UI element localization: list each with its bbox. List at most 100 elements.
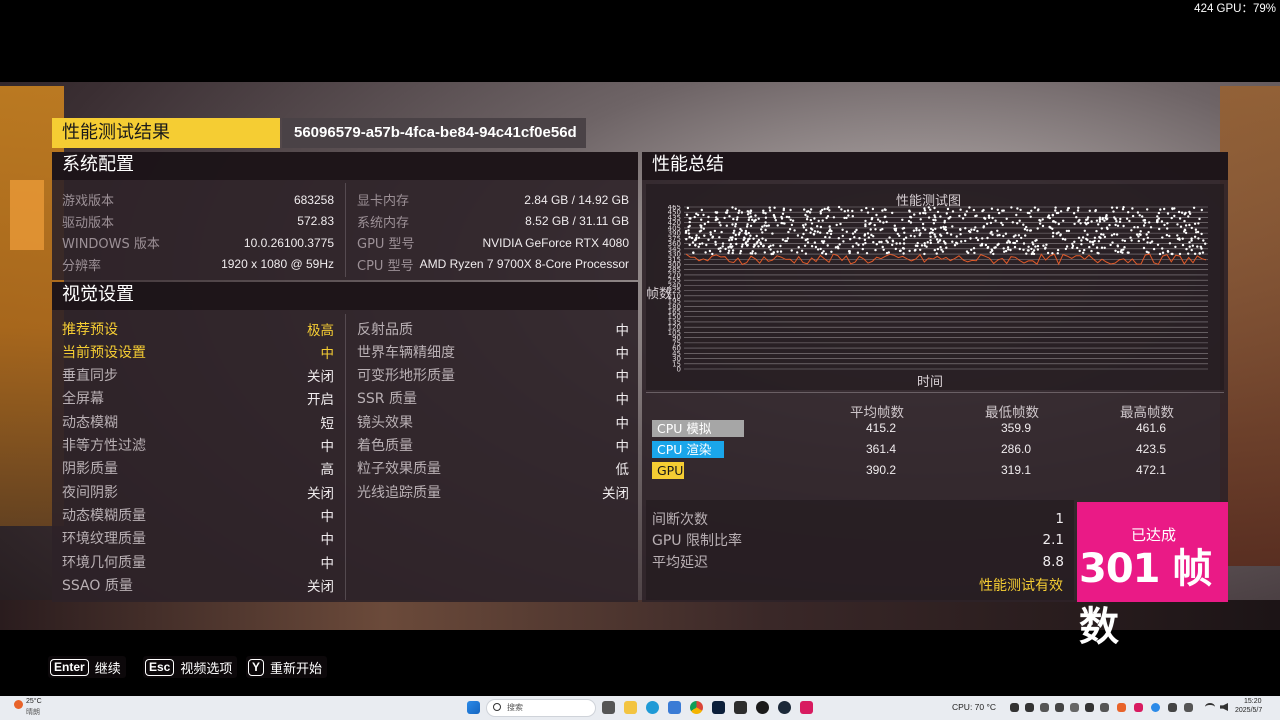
chart-point	[938, 239, 941, 242]
tray-icon[interactable]	[1085, 703, 1094, 712]
tray-icon[interactable]	[1025, 703, 1034, 712]
chart-point	[869, 228, 872, 231]
chart-point	[773, 206, 776, 209]
bluetooth-icon[interactable]	[1151, 703, 1160, 712]
chart-point	[1054, 209, 1057, 212]
terminal-icon[interactable]	[734, 701, 747, 714]
chart-point	[1199, 245, 1202, 248]
qq-icon[interactable]	[756, 701, 769, 714]
chart-point	[742, 238, 745, 242]
continue-button[interactable]: Enter 继续	[48, 656, 126, 678]
chart-point	[1173, 214, 1176, 218]
photoshop-icon[interactable]	[712, 701, 725, 714]
chart-point	[1016, 207, 1019, 210]
tray-icon[interactable]	[1040, 703, 1049, 712]
chart-point	[1161, 251, 1165, 254]
chart-point	[809, 208, 813, 211]
wifi-icon[interactable]	[1205, 703, 1215, 711]
chart-point	[994, 219, 997, 222]
chart-point	[746, 213, 750, 216]
tray-icon[interactable]	[1010, 703, 1019, 712]
chart-point	[829, 232, 833, 236]
chart-point	[912, 229, 916, 232]
task-view-icon[interactable]	[602, 701, 615, 714]
chart-point	[872, 241, 875, 244]
chart-point	[1095, 219, 1099, 222]
chart-point	[918, 229, 921, 232]
chart-point	[1180, 211, 1184, 214]
setting-value: 中	[615, 369, 630, 386]
clock-date[interactable]: 2025/5/7	[1235, 707, 1262, 714]
chart-point	[754, 252, 757, 255]
chart-point	[790, 223, 794, 227]
chart-point	[929, 231, 933, 234]
chart-point	[1083, 248, 1086, 252]
chart-point	[885, 239, 888, 242]
chart-point	[1057, 211, 1060, 215]
volume-icon[interactable]	[1220, 703, 1228, 711]
steam-icon[interactable]	[778, 701, 791, 714]
chart-point	[1158, 252, 1162, 256]
chart-point	[688, 235, 691, 239]
store-icon[interactable]	[668, 701, 681, 714]
edge-icon[interactable]	[646, 701, 659, 714]
start-menu-icon[interactable]	[467, 701, 480, 714]
visual-setting-row: 推荐预设 极高	[62, 318, 334, 339]
stat-value: 415.2	[866, 421, 897, 435]
chart-point	[772, 244, 775, 247]
restart-button[interactable]: Y 重新开始	[246, 656, 328, 678]
chart-point	[1139, 230, 1142, 233]
chart-point	[789, 218, 792, 221]
chart-point	[908, 249, 911, 253]
chart-point	[1004, 232, 1008, 235]
chart-point	[803, 244, 807, 247]
setting-value: 中	[615, 392, 630, 409]
video-options-button[interactable]: Esc 视频选项	[143, 656, 238, 678]
chart-point	[800, 249, 804, 252]
chart-point	[806, 238, 809, 241]
chrome-icon[interactable]	[690, 701, 703, 714]
tray-icon[interactable]	[1070, 703, 1079, 712]
chart-point	[874, 248, 877, 252]
chart-point	[731, 245, 734, 248]
chart-point	[1098, 220, 1102, 223]
tray-icon[interactable]	[1100, 703, 1109, 712]
file-explorer-icon[interactable]	[624, 701, 637, 714]
game-app-icon[interactable]	[800, 701, 813, 714]
chart-point	[781, 222, 785, 225]
chart-point	[996, 234, 999, 237]
chart-point	[693, 239, 697, 242]
chart-point	[707, 220, 710, 224]
chart-point	[932, 218, 935, 222]
stat-value: 461.6	[1136, 421, 1167, 435]
clock-time[interactable]: 15:20	[1244, 698, 1262, 705]
weather-temp[interactable]: 25°C	[26, 698, 42, 705]
tray-icon[interactable]	[1168, 703, 1177, 712]
chart-point	[1188, 245, 1191, 248]
tray-icon[interactable]	[1117, 703, 1126, 712]
setting-value: 短	[320, 415, 335, 432]
chart-point	[685, 213, 689, 216]
taskbar-search-input[interactable]: 搜索	[486, 699, 596, 717]
setting-value: 1920 x 1080 @ 59Hz	[221, 257, 334, 271]
tray-icon[interactable]	[1184, 703, 1193, 712]
chart-point	[821, 219, 824, 222]
chart-point	[1143, 221, 1147, 224]
weather-icon[interactable]	[14, 700, 23, 709]
tray-icon[interactable]	[1055, 703, 1064, 712]
visual-setting-row: 垂直同步 关闭	[62, 365, 334, 386]
chart-point	[788, 228, 792, 231]
weather-status: 晴朗	[26, 709, 40, 716]
chart-point	[824, 252, 828, 256]
chart-point	[934, 227, 937, 231]
chart-point	[1157, 211, 1161, 215]
setting-value: 中	[320, 345, 335, 362]
chart-point	[1027, 245, 1030, 248]
tray-icon[interactable]	[1134, 703, 1143, 712]
chart-point	[1183, 219, 1186, 223]
chart-point	[871, 207, 875, 211]
visual-setting-row: 全屏幕 开启	[62, 388, 334, 409]
chart-point	[740, 245, 744, 248]
chart-point	[1015, 239, 1019, 243]
chart-point	[858, 237, 861, 240]
